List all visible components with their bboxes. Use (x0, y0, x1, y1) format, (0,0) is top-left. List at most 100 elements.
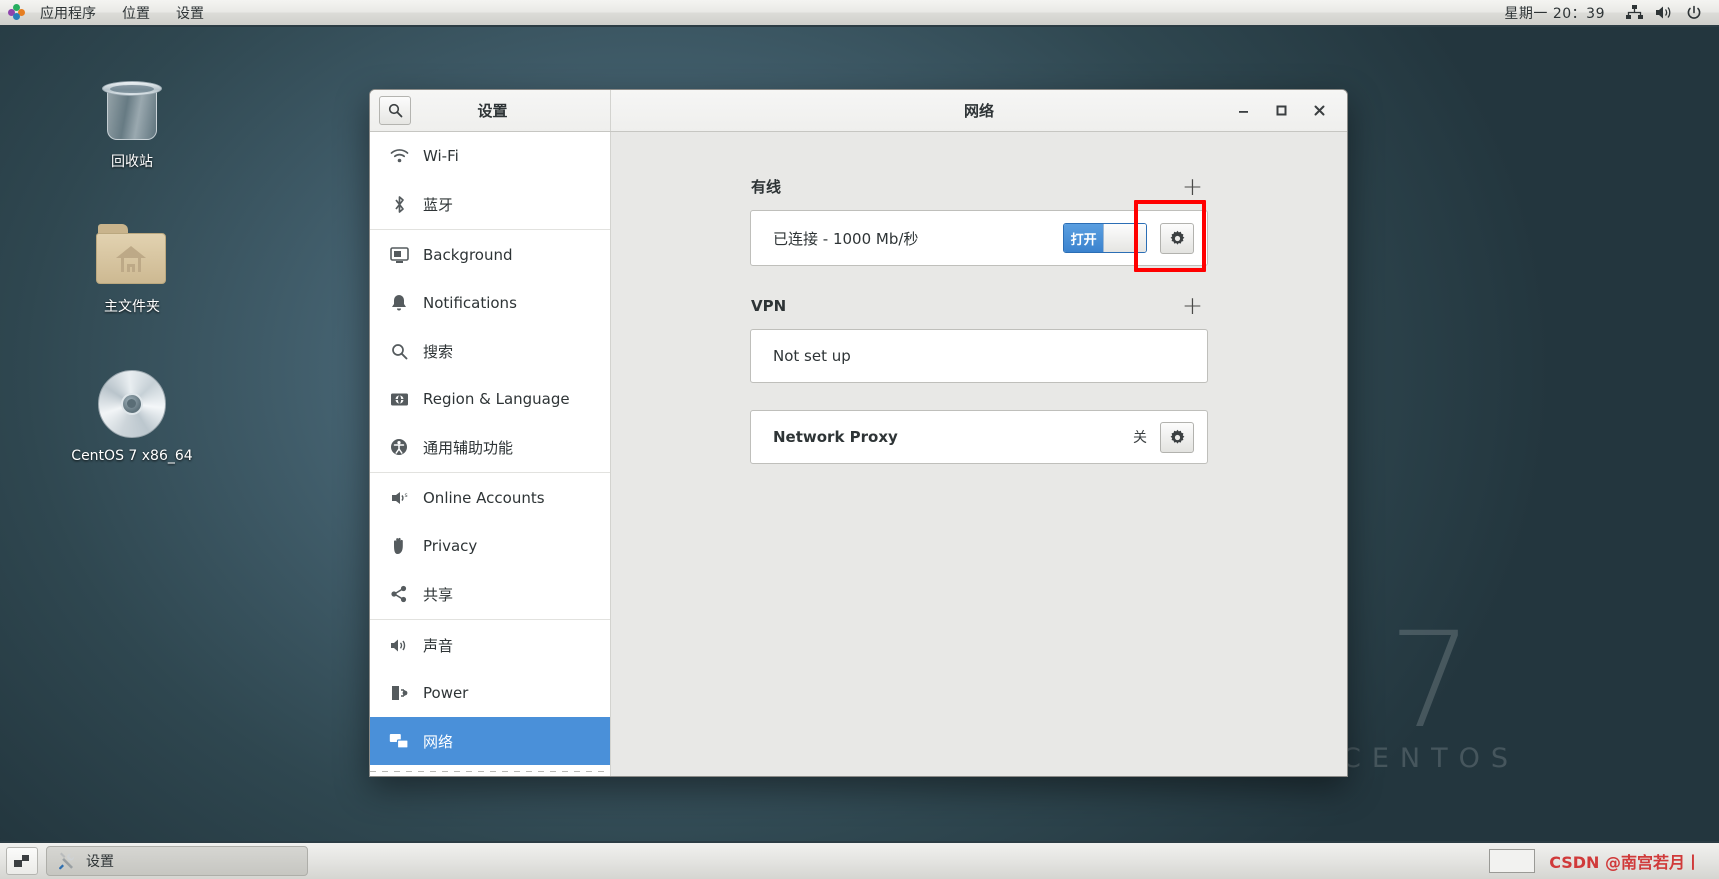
desktop-icon-trash[interactable]: 回收站 (57, 73, 207, 171)
add-wired-button[interactable]: + (1178, 174, 1207, 199)
sidebar-item-wifi[interactable]: Wi-Fi (370, 132, 610, 180)
titlebar-main-section: 网络 (611, 90, 1347, 131)
show-desktop-button[interactable] (6, 847, 38, 875)
search-icon (387, 341, 411, 361)
sidebar-item-bluetooth[interactable]: 蓝牙 (370, 180, 610, 228)
proxy-settings-button[interactable] (1160, 421, 1194, 453)
sidebar-item-background[interactable]: Background (370, 231, 610, 279)
top-panel: 应用程序 位置 设置 星期一 20：39 (0, 0, 1719, 27)
network-icon[interactable] (1619, 0, 1649, 25)
sidebar-item-sound[interactable]: 声音 (370, 621, 610, 669)
wired-settings-button[interactable] (1160, 222, 1194, 254)
sidebar-item-region-language[interactable]: Region & Language (370, 375, 610, 423)
menu-applications[interactable]: 应用程序 (27, 0, 109, 25)
sidebar-item-label: Region & Language (423, 390, 570, 408)
proxy-section: Network Proxy 关 (750, 410, 1208, 464)
network-settings-panel: 有线 + 已连接 - 1000 Mb/秒 打开 VPN + Not set up… (611, 132, 1347, 776)
sidebar-item-label: 蓝牙 (423, 195, 454, 214)
power-icon[interactable] (1679, 0, 1709, 25)
sound-icon (387, 635, 411, 655)
cdrom-icon (95, 367, 169, 441)
maximize-button[interactable] (1269, 99, 1293, 123)
bell-icon (387, 293, 411, 313)
sidebar-separator (370, 229, 610, 230)
wired-connection-row: 已连接 - 1000 Mb/秒 打开 (750, 210, 1208, 266)
clock[interactable]: 星期一 20：39 (1490, 3, 1619, 23)
add-vpn-button[interactable]: + (1178, 293, 1207, 318)
trash-icon (95, 73, 169, 147)
sidebar-item-network[interactable]: 网络 (370, 717, 610, 765)
desktop-icon-cdrom[interactable]: CentOS 7 x86_64 (57, 367, 207, 465)
privacy-hand-icon (387, 536, 411, 556)
top-panel-tray: 星期一 20：39 (1490, 0, 1719, 25)
sidebar-separator (370, 619, 610, 620)
desktop-icon-label: 主文件夹 (104, 299, 160, 315)
settings-sidebar: Wi-Fi 蓝牙 Background Notifications 搜索 Reg… (370, 132, 611, 776)
menu-places[interactable]: 位置 (109, 0, 163, 25)
proxy-title: Network Proxy (773, 428, 898, 446)
taskbar-item-label: 设置 (86, 854, 114, 870)
sidebar-item-accessibility[interactable]: 通用辅助功能 (370, 423, 610, 471)
wired-toggle-knob (1103, 224, 1146, 252)
wifi-icon (387, 146, 411, 166)
centos-watermark: 7 CENTOS (1342, 615, 1519, 774)
network-proxy-row[interactable]: Network Proxy 关 (750, 410, 1208, 464)
region-language-icon (387, 389, 411, 409)
desktop-icon-label: CentOS 7 x86_64 (71, 448, 193, 464)
accessibility-icon (387, 437, 411, 457)
window-controls (1231, 99, 1347, 123)
wired-toggle-switch[interactable]: 打开 (1063, 223, 1147, 253)
sidebar-item-label: Privacy (423, 537, 478, 555)
power-plug-icon (387, 683, 411, 703)
gear-icon (1170, 429, 1184, 444)
vpn-title: VPN (751, 296, 787, 315)
show-desktop-icon (14, 855, 29, 867)
desktop-icon-home[interactable]: 主文件夹 (57, 218, 207, 316)
vpn-section: VPN + Not set up (750, 293, 1208, 383)
sharing-icon (387, 584, 411, 604)
vpn-header: VPN + (750, 293, 1208, 318)
settings-window: 设置 网络 Wi-Fi 蓝牙 Background Notifications … (369, 89, 1348, 777)
bluetooth-icon (387, 194, 411, 214)
window-titlebar: 设置 网络 (370, 90, 1347, 132)
vpn-row[interactable]: Not set up (750, 329, 1208, 383)
wired-toggle-on-label: 打开 (1064, 224, 1104, 252)
sidebar-item-search[interactable]: 搜索 (370, 327, 610, 375)
sidebar-item-label: 网络 (423, 732, 454, 751)
bottom-taskbar: 设置 CSDN @南宫若月丨 (0, 841, 1719, 879)
centos-logo-icon (8, 4, 25, 21)
sidebar-item-power[interactable]: Power (370, 669, 610, 717)
wired-header: 有线 + (750, 174, 1208, 199)
sidebar-scroll-indicator (370, 771, 610, 772)
home-folder-icon (95, 218, 169, 292)
wired-status-label: 已连接 - 1000 Mb/秒 (773, 229, 919, 248)
workspace-switcher[interactable] (1489, 849, 1536, 873)
taskbar-item-settings[interactable]: 设置 (46, 846, 308, 876)
search-button[interactable] (379, 96, 411, 125)
close-button[interactable] (1307, 99, 1331, 123)
search-icon (388, 103, 402, 118)
minimize-button[interactable] (1231, 99, 1255, 123)
titlebar-sidebar-section: 设置 (370, 90, 611, 131)
sidebar-item-label: Background (423, 246, 513, 264)
sidebar-item-online-accounts[interactable]: s Online Accounts (370, 474, 610, 522)
watermark-credit: CSDN @南宫若月丨 (1549, 853, 1701, 872)
sidebar-item-label: Power (423, 684, 469, 702)
network-icon (387, 731, 411, 751)
wired-controls: 打开 (1063, 222, 1194, 254)
sidebar-item-privacy[interactable]: Privacy (370, 522, 610, 570)
volume-icon[interactable] (1649, 0, 1679, 25)
sidebar-item-label: Notifications (423, 294, 517, 312)
sidebar-item-sharing[interactable]: 共享 (370, 570, 610, 618)
menu-settings[interactable]: 设置 (163, 0, 217, 25)
settings-tools-icon (57, 851, 77, 871)
sidebar-item-notifications[interactable]: Notifications (370, 279, 610, 327)
proxy-status-label: 关 (1133, 430, 1147, 446)
sidebar-item-label: 搜索 (423, 342, 454, 361)
sidebar-separator (370, 472, 610, 473)
gear-icon (1170, 230, 1184, 245)
desktop-icon-label: 回收站 (111, 154, 153, 170)
sidebar-item-label: Wi-Fi (423, 147, 459, 165)
online-accounts-icon: s (387, 488, 411, 508)
sidebar-title: 设置 (477, 102, 508, 120)
